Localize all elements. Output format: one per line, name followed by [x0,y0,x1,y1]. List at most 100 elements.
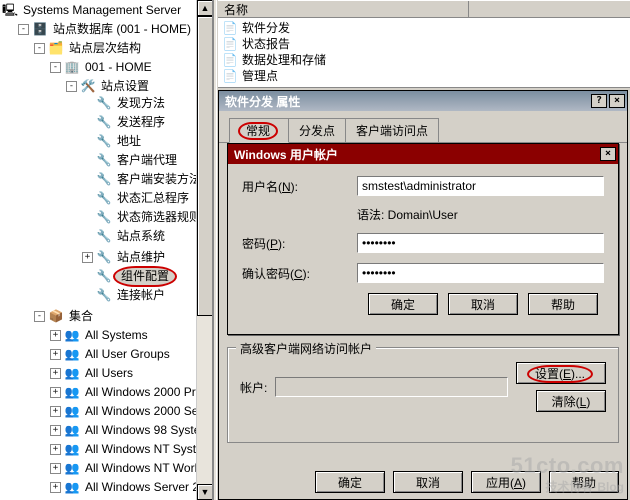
tree-setting-item[interactable]: 🔧连接帐户 [82,287,167,304]
collections-icon: 📦 [48,309,64,325]
tree-setting-item[interactable]: +🔧站点维护 [82,249,167,266]
password-input[interactable] [357,233,604,253]
list-item[interactable]: 📄软件分发 [222,20,626,36]
tree-collection-item[interactable]: +👥All Windows 2000 Professio [50,384,213,401]
expand-icon[interactable]: + [50,406,61,417]
close-button[interactable]: × [609,94,625,108]
navigation-tree-panel: 🖳 Systems Management Server - 🗄️ 站点数据库 (… [0,0,213,500]
tree-collection-item[interactable]: +👥All Users [50,365,135,382]
username-label: 用户名(N): [242,178,357,195]
properties-window: 软件分发 属性 ? × 常规 分发点 客户端访问点 Windows 用户帐户 ×… [218,90,628,500]
tree-label: 连接帐户 [115,287,167,304]
splitter[interactable] [213,0,217,500]
tree-collection-item[interactable]: +👥All Windows NT Systems [50,441,213,458]
expand-icon[interactable]: + [50,463,61,474]
properties-titlebar[interactable]: 软件分发 属性 ? × [219,91,627,111]
tree-label: All Windows 2000 Server S [83,403,213,420]
list-header[interactable]: 名称 [218,0,630,18]
collection-icon: 👥 [64,480,80,496]
help-button[interactable]: ? [591,94,607,108]
tree-setting-item[interactable]: 🔧发现方法 [82,95,167,112]
item-icon: 📄 [222,20,238,36]
collapse-icon[interactable]: - [66,81,77,92]
prop-cancel-button[interactable]: 取消 [393,471,463,493]
scroll-down-button[interactable]: ▼ [197,484,213,500]
confirm-password-label: 确认密码(C): [242,265,357,282]
component-icon: 🔧 [96,210,112,226]
component-icon: 🔧 [96,269,112,285]
tree-root[interactable]: 🖳 Systems Management Server [2,2,183,19]
tree-site-hierarchy[interactable]: - 🗂️ 站点层次结构 [34,40,143,57]
expand-icon[interactable]: + [82,252,93,263]
tree-setting-item[interactable]: 🔧发送程序 [82,114,167,131]
expand-icon[interactable]: + [50,330,61,341]
expand-icon[interactable]: + [50,368,61,379]
tree-collection-item[interactable]: +👥All Windows NT Workstation [50,460,213,477]
list-item[interactable]: 📄数据处理和存储 [222,52,626,68]
clear-account-button[interactable]: 清除(L) [536,390,606,412]
spacer [82,231,93,242]
tab-distribution[interactable]: 分发点 [288,118,346,142]
list-item[interactable]: 📄状态报告 [222,36,626,52]
item-icon: 📄 [222,36,238,52]
tree-label: All Users [83,365,135,382]
expand-icon[interactable]: + [50,425,61,436]
tree-label: All Windows Server 2003 S [83,479,213,496]
tree-collections[interactable]: - 📦 集合 [34,308,95,325]
username-input[interactable] [357,176,604,196]
help-button[interactable]: 帮助 [528,293,598,315]
account-display [275,377,508,397]
scroll-up-button[interactable]: ▲ [197,0,213,16]
confirm-password-input[interactable] [357,263,604,283]
collapse-icon[interactable]: - [50,62,61,73]
tree-setting-item[interactable]: 🔧地址 [82,133,143,150]
tree-label: All Windows NT Workstation [83,460,213,477]
scroll-thumb[interactable] [197,16,213,316]
tree-site-database[interactable]: - 🗄️ 站点数据库 (001 - HOME) [18,21,193,38]
groupbox-title: 高级客户端网络访问帐户 [236,340,376,357]
list-item[interactable]: 📄管理点 [222,68,626,84]
tree-label: 组件配置 [113,266,177,287]
tree-collection-item[interactable]: +👥All Windows 98 Systems [50,422,213,439]
tree-collection-item[interactable]: +👥All Systems [50,327,150,344]
list-item-label: 软件分发 [242,20,290,36]
tree-label: All Windows 98 Systems [83,422,213,439]
tree-setting-item[interactable]: 🔧客户端代理 [82,152,179,169]
tree-scrollbar[interactable]: ▲ ▼ [196,0,212,500]
tree-collection-item[interactable]: +👥All Windows 2000 Server S [50,403,213,420]
tree-setting-item[interactable]: 🔧状态汇总程序 [82,190,191,207]
set-account-button[interactable]: 设置(E)... [516,362,606,384]
tree-setting-item[interactable]: 🔧组件配置 [82,266,177,287]
cancel-button[interactable]: 取消 [448,293,518,315]
tree-site-code[interactable]: - 🏢 001 - HOME [50,59,154,76]
tree-site-settings[interactable]: - 🛠️ 站点设置 [66,78,151,95]
collapse-icon[interactable]: - [34,43,45,54]
expand-icon[interactable]: + [50,349,61,360]
expand-icon[interactable]: + [50,387,61,398]
component-icon: 🔧 [96,153,112,169]
collection-icon: 👥 [64,404,80,420]
ok-button[interactable]: 确定 [368,293,438,315]
tab-client-access[interactable]: 客户端访问点 [345,118,439,142]
tree-label: All Windows 2000 Professio [83,384,213,401]
spacer [82,155,93,166]
prop-ok-button[interactable]: 确定 [315,471,385,493]
tree-label: 地址 [115,133,143,150]
tree-setting-item[interactable]: 🔧客户端安装方法 [82,171,203,188]
tree-collection-item[interactable]: +👥All User Groups [50,346,172,363]
tree-collection-item[interactable]: +👥All Windows Server 2003 S [50,479,213,496]
dialog-close-button[interactable]: × [600,147,616,161]
watermark-line1: 51cto.com [511,453,624,479]
dialog-titlebar[interactable]: Windows 用户帐户 × [228,144,618,164]
tree-setting-item[interactable]: 🔧状态筛选器规则 [82,209,203,226]
expand-icon[interactable]: + [50,444,61,455]
settings-icon: 🛠️ [80,79,96,95]
expand-icon[interactable]: + [50,482,61,493]
tree-setting-item[interactable]: 🔧站点系统 [82,228,167,245]
collapse-icon[interactable]: - [34,311,45,322]
tab-general[interactable]: 常规 [229,118,289,143]
advanced-client-account-group: 高级客户端网络访问帐户 帐户: 设置(E)... 清除(L) [227,347,619,443]
spacer [82,193,93,204]
tree-label: 站点维护 [115,249,167,266]
collapse-icon[interactable]: - [18,24,29,35]
